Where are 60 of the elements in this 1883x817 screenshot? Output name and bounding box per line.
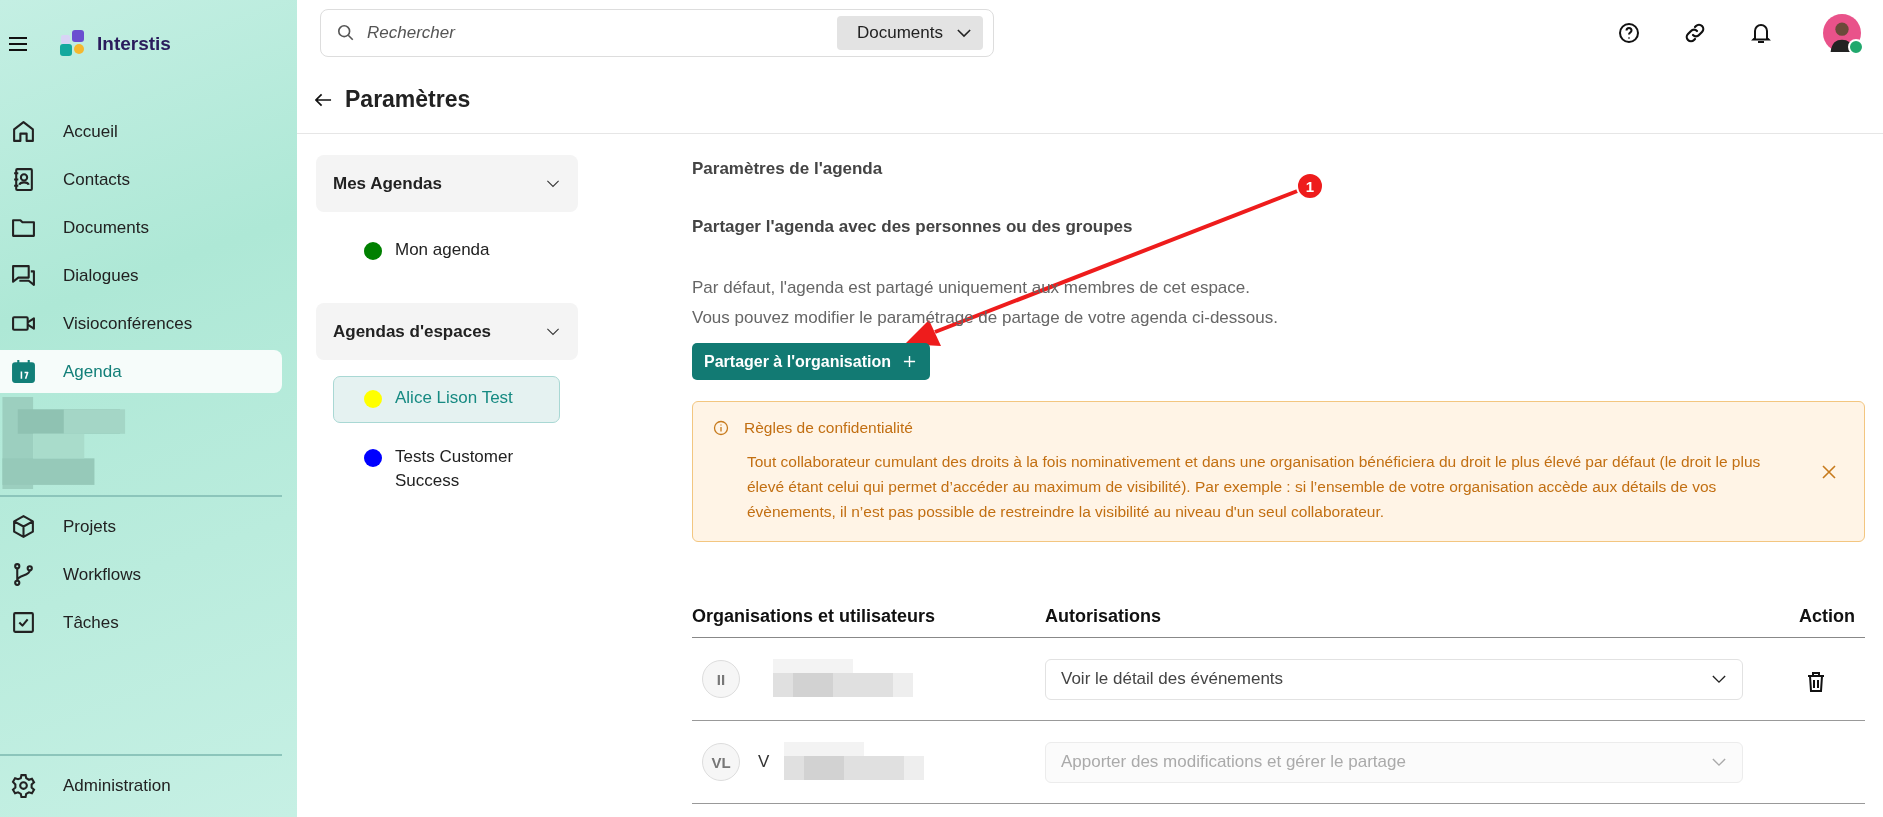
chevron-icon — [1712, 757, 1726, 767]
section-title: Paramètres de l'agenda — [692, 159, 884, 179]
chevron-icon — [1712, 674, 1726, 684]
search-icon — [337, 24, 355, 42]
bell-icon[interactable] — [1749, 21, 1773, 45]
nav-item[interactable]: Workflows — [0, 553, 282, 596]
alert-text: Tout collaborateur cumulant des droits à la fois nominativement et dans une organisation bénéficiera du droit le plus élevé par défaut (le droit le plus élevé étant celui qui permet d’accéder au maximum de visibilité). Par exemple : si l’ensemble de votre organisation accède aux détails de vos évènements, il n’est pas possible de restreindre la visibilité au niveau d'un seul collaborateur. — [747, 452, 1762, 522]
annotation-badge: 1 — [1296, 172, 1324, 200]
user-name: V — [758, 752, 770, 772]
initials-avatar: VL — [702, 743, 740, 781]
nav-item[interactable]: Dialogues — [0, 254, 282, 297]
branch-icon — [11, 562, 36, 587]
link-icon[interactable] — [1683, 21, 1707, 45]
search-field[interactable]: Rechercher Documents — [320, 9, 994, 57]
info-icon — [713, 420, 729, 436]
delete-icon[interactable] — [1807, 672, 1825, 692]
section-subtitle: Partager l'agenda avec des personnes ou des groupes — [692, 217, 1134, 237]
page-title: Paramètres — [345, 86, 471, 113]
calendar-icon — [11, 359, 36, 384]
chevron-icon — [546, 327, 560, 336]
initials-avatar: II — [702, 660, 740, 698]
settings-icon — [11, 773, 36, 798]
close-icon[interactable] — [1822, 464, 1836, 479]
accordion-header[interactable]: Agendas d'espaces — [316, 303, 578, 360]
nav-item[interactable]: Accueil — [0, 110, 282, 153]
nav-item[interactable]: Agenda — [0, 350, 282, 393]
calendar-list-item[interactable]: Alice Lison Test — [333, 376, 560, 423]
nav-item[interactable]: Visioconférences — [0, 302, 282, 345]
back-arrow-icon[interactable] — [315, 92, 332, 107]
avatar[interactable] — [1823, 14, 1861, 52]
nav-item[interactable]: Documents — [0, 206, 282, 249]
column-header: Autorisations — [1045, 606, 1162, 627]
chevron-icon — [546, 179, 560, 188]
share-button[interactable]: Partager à l'organisation — [692, 343, 930, 380]
accordion-header[interactable]: Mes Agendas — [316, 155, 578, 212]
menu-icon[interactable] — [8, 36, 28, 52]
chat-icon — [11, 263, 36, 288]
home-icon — [11, 119, 36, 144]
check-icon — [11, 610, 36, 635]
nav-item[interactable]: Administration — [0, 764, 282, 807]
nav-item[interactable]: Tâches — [0, 601, 282, 644]
agenda-name: Mon agenda — [395, 239, 490, 261]
contacts-icon — [11, 167, 36, 192]
chevron-icon — [957, 28, 971, 38]
nav-item[interactable]: Projets — [0, 505, 282, 548]
help-icon[interactable] — [1617, 21, 1641, 45]
scope-dropdown[interactable]: Documents — [837, 16, 983, 50]
calendar-list-item[interactable]: Mon agenda — [333, 228, 560, 275]
cube-icon — [11, 514, 36, 539]
nav-item[interactable]: Contacts — [0, 158, 282, 201]
description-line: Vous pouvez modifier le paramétrage de partage de votre agenda ci-dessous. — [692, 307, 1279, 329]
column-header: Action — [1798, 606, 1856, 627]
agenda-name: Alice Lison Test — [395, 387, 513, 409]
plus-icon — [902, 355, 916, 368]
agenda-name: Tests Customer Success — [395, 446, 515, 492]
alert-title: Règles de confidentialité — [744, 419, 913, 437]
brand-name: Interstis — [97, 33, 171, 55]
permission-select[interactable]: Voir le détail des événements — [1045, 658, 1743, 700]
calendar-list-item[interactable]: Tests Customer Success — [333, 435, 560, 506]
column-header: Organisations et utilisateurs — [692, 606, 937, 627]
